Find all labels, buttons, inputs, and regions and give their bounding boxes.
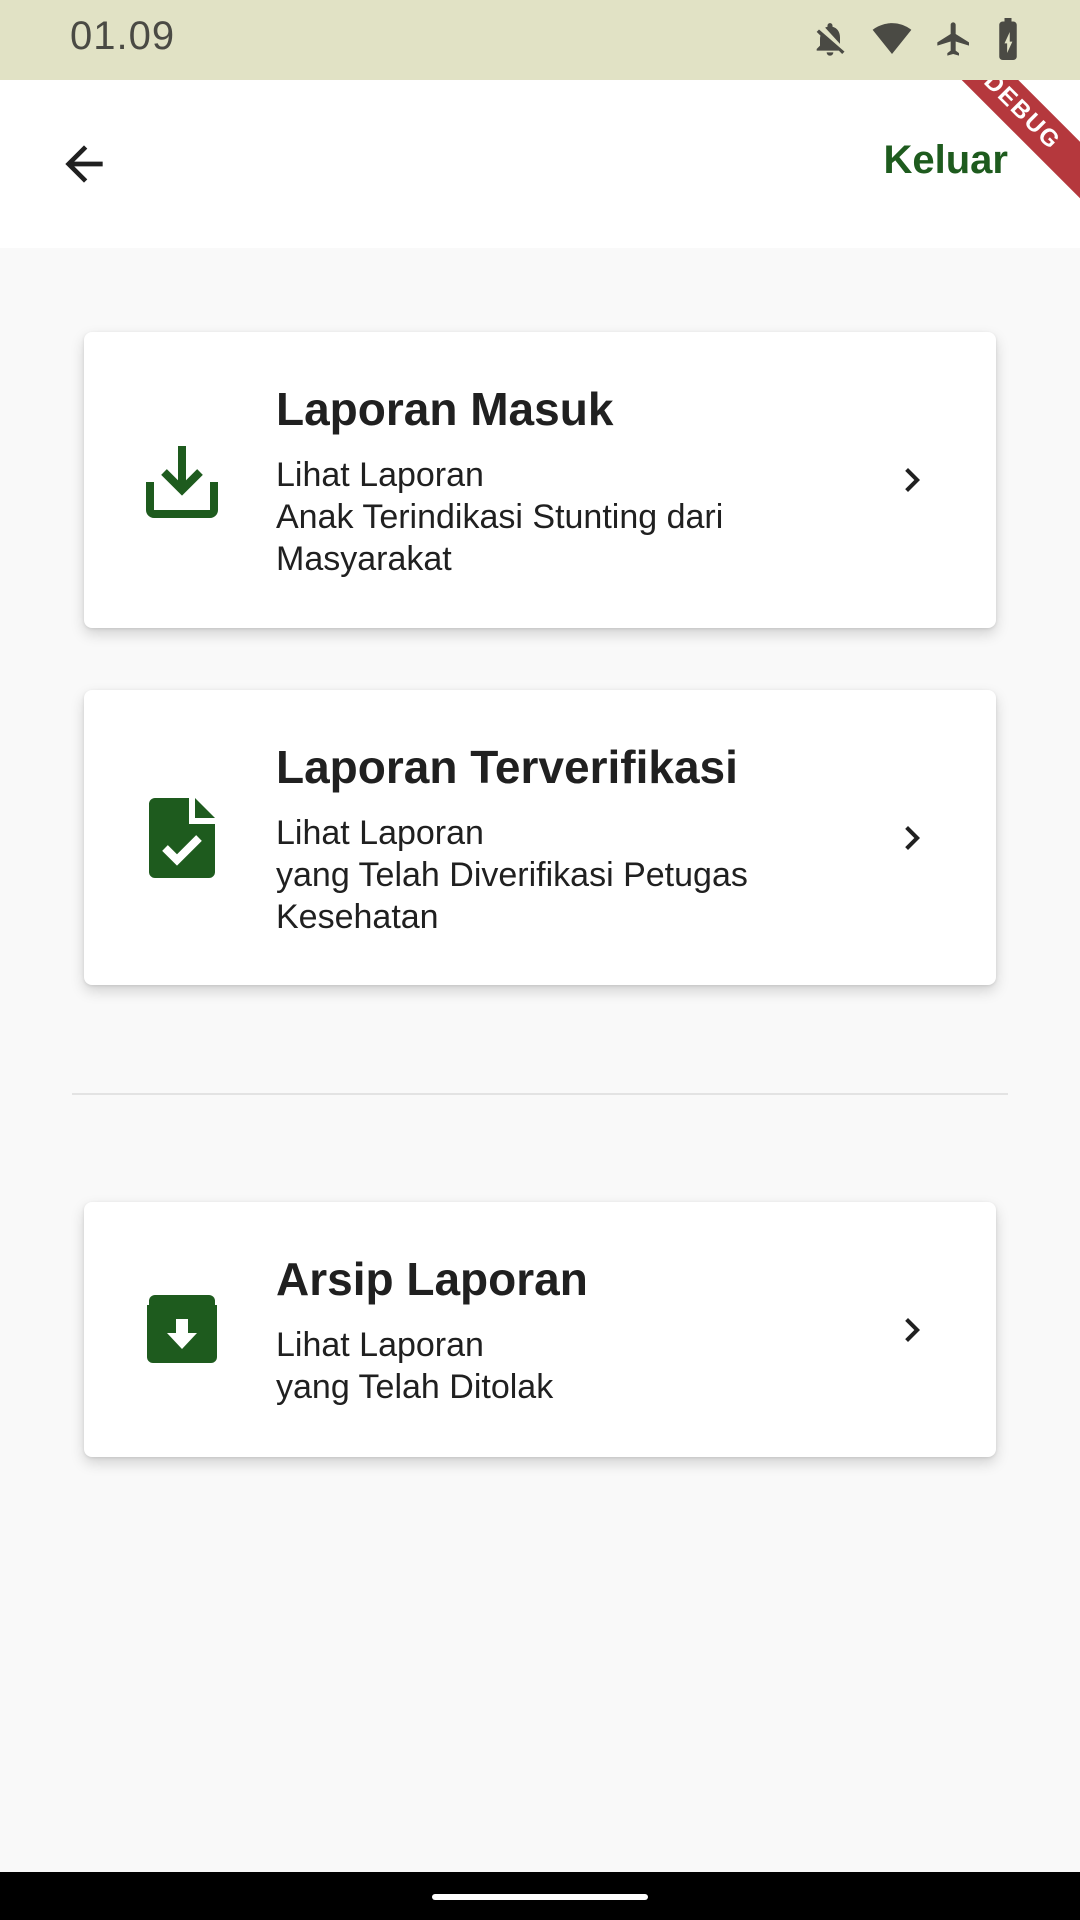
back-button[interactable] bbox=[44, 126, 124, 206]
card-description: Lihat Laporan Anak Terindikasi Stunting … bbox=[276, 456, 724, 578]
card-description: Lihat Laporan yang Telah Diverifikasi Pe… bbox=[276, 814, 748, 936]
arrow-back-icon bbox=[56, 136, 112, 197]
divider bbox=[72, 1093, 1008, 1095]
card-title: Arsip Laporan bbox=[276, 1253, 588, 1305]
app-bar: Keluar DEBUG bbox=[0, 80, 1080, 248]
download-tray-icon bbox=[142, 440, 222, 520]
card-laporan-terverifikasi[interactable]: Laporan Terverifikasi Lihat Laporan yang… bbox=[84, 690, 996, 985]
card-description: Lihat Laporan yang Telah Ditolak bbox=[276, 1326, 554, 1406]
chevron-right-icon bbox=[888, 1306, 936, 1354]
notifications-off-icon bbox=[810, 19, 850, 59]
file-check-icon bbox=[142, 798, 222, 878]
chevron-right-icon bbox=[888, 456, 936, 504]
navigation-bar bbox=[0, 1872, 1080, 1920]
airplane-icon bbox=[934, 19, 974, 59]
logout-button[interactable]: Keluar bbox=[884, 138, 1009, 183]
chevron-right-icon bbox=[888, 814, 936, 862]
wifi-icon bbox=[870, 19, 914, 59]
status-icons bbox=[810, 18, 1022, 60]
status-time: 01.09 bbox=[70, 14, 176, 58]
card-title: Laporan Terverifikasi bbox=[276, 741, 738, 793]
card-arsip-laporan[interactable]: Arsip Laporan Lihat Laporan yang Telah D… bbox=[84, 1202, 996, 1457]
card-title: Laporan Masuk bbox=[276, 383, 614, 435]
status-bar: 01.09 bbox=[0, 0, 1080, 80]
home-gesture-handle[interactable] bbox=[432, 1894, 648, 1900]
archive-icon bbox=[142, 1288, 222, 1368]
battery-charging-icon bbox=[994, 18, 1022, 60]
card-laporan-masuk[interactable]: Laporan Masuk Lihat Laporan Anak Terindi… bbox=[84, 332, 996, 628]
